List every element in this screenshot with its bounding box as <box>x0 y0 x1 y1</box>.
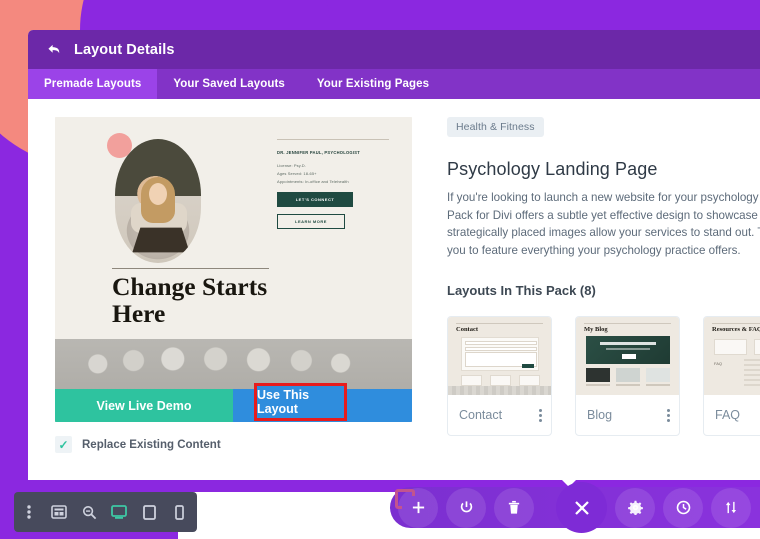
preview-action-bar: View Live Demo Use This Layout <box>55 383 412 422</box>
replace-existing-checkbox[interactable]: ✓ <box>55 436 72 453</box>
demo-headline-divider <box>112 268 269 269</box>
demo-meta-ages: Ages Served: 18-65+ <box>277 171 317 176</box>
demo-meta-license: License: Psy.D. <box>277 163 306 168</box>
demo-divider <box>277 139 389 140</box>
layout-preview[interactable]: DR. JENNIFER PAUL, PSYCHOLOGIST License:… <box>55 117 412 422</box>
use-this-layout-button[interactable]: Use This Layout <box>254 383 347 421</box>
card-footer-faq: FAQ <box>704 395 760 435</box>
replace-existing-label: Replace Existing Content <box>82 438 221 451</box>
demo-learn-more-button: LEARN MORE <box>277 214 345 229</box>
demo-headline: Change Starts Here <box>112 272 268 328</box>
trash-button[interactable] <box>494 487 534 528</box>
demo-lets-connect-button: LET'S CONNECT <box>277 192 353 207</box>
preview-column: DR. JENNIFER PAUL, PSYCHOLOGIST License:… <box>28 99 440 480</box>
card-name-blog: Blog <box>587 408 613 422</box>
replace-existing-content-row[interactable]: ✓ Replace Existing Content <box>55 436 440 453</box>
viewport-toolbar <box>14 492 197 532</box>
layout-description: If you're looking to launch a new websit… <box>447 191 760 257</box>
sort-arrows-icon[interactable] <box>711 487 751 528</box>
kebab-menu-icon[interactable] <box>539 408 542 422</box>
category-badge[interactable]: Health & Fitness <box>447 117 544 137</box>
thumbnail-title-contact: Contact <box>456 326 479 333</box>
demo-hero-section: DR. JENNIFER PAUL, PSYCHOLOGIST License:… <box>55 117 412 339</box>
tablet-icon[interactable] <box>134 492 164 532</box>
card-name-faq: FAQ <box>715 408 741 422</box>
thumbnail-title-blog: My Blog <box>584 326 608 333</box>
power-button[interactable] <box>446 487 486 528</box>
close-x-icon[interactable] <box>556 482 607 533</box>
builder-toolbar <box>390 480 760 533</box>
view-live-demo-button[interactable]: View Live Demo <box>55 389 233 422</box>
tab-your-existing-pages[interactable]: Your Existing Pages <box>301 69 445 99</box>
card-name-contact: Contact <box>459 408 503 422</box>
card-footer-blog: Blog <box>576 395 679 435</box>
history-clock-icon[interactable] <box>663 487 703 528</box>
use-layout-zone: Use This Layout <box>233 383 412 422</box>
demo-doctor-name: DR. JENNIFER PAUL, PSYCHOLOGIST <box>277 150 360 155</box>
back-arrow-icon[interactable] <box>43 39 65 61</box>
demo-info-block: DR. JENNIFER PAUL, PSYCHOLOGIST License:… <box>277 139 389 229</box>
tab-premade-layouts[interactable]: Premade Layouts <box>28 69 158 99</box>
page-title: Layout Details <box>74 41 175 58</box>
pack-heading: Layouts In This Pack (8) <box>447 283 596 298</box>
modal-header: Layout Details <box>28 30 760 69</box>
pack-layout-cards: Contact Contact My Blog Blog Resources &… <box>447 316 760 436</box>
gear-icon[interactable] <box>615 487 655 528</box>
thumbnail-blog: My Blog <box>576 317 679 395</box>
card-footer-contact: Contact <box>448 395 551 435</box>
kebab-menu-icon[interactable] <box>14 492 44 532</box>
layout-card-faq[interactable]: Resources & FAQ FAQ FAQ <box>703 316 760 436</box>
thumbnail-contact: Contact <box>448 317 551 395</box>
kebab-menu-icon[interactable] <box>667 408 670 422</box>
thumbnail-faq-label: FAQ <box>714 361 723 366</box>
phone-icon[interactable] <box>164 492 194 532</box>
layout-title: Psychology Landing Page <box>447 159 658 179</box>
tabbar: Premade Layouts Your Saved Layouts Your … <box>28 69 760 99</box>
demo-meta-appointments: Appointments: In-office and Telehealth <box>277 179 349 184</box>
layout-details-modal: Layout Details Premade Layouts Your Save… <box>28 30 760 480</box>
modal-body: DR. JENNIFER PAUL, PSYCHOLOGIST License:… <box>28 99 760 480</box>
layout-card-contact[interactable]: Contact Contact <box>447 316 552 436</box>
thumbnail-faq: Resources & FAQ FAQ <box>704 317 760 395</box>
demo-pink-dot <box>107 133 132 158</box>
thumbnail-title-faq: Resources & FAQ <box>712 326 760 333</box>
layout-card-blog[interactable]: My Blog Blog <box>575 316 680 436</box>
wireframe-icon[interactable] <box>44 492 74 532</box>
desktop-icon[interactable] <box>104 492 134 532</box>
demo-portrait-photo <box>115 139 201 263</box>
tab-your-saved-layouts[interactable]: Your Saved Layouts <box>157 69 301 99</box>
zoom-out-icon[interactable] <box>74 492 104 532</box>
info-column: Health & Fitness Psychology Landing Page… <box>440 99 760 480</box>
